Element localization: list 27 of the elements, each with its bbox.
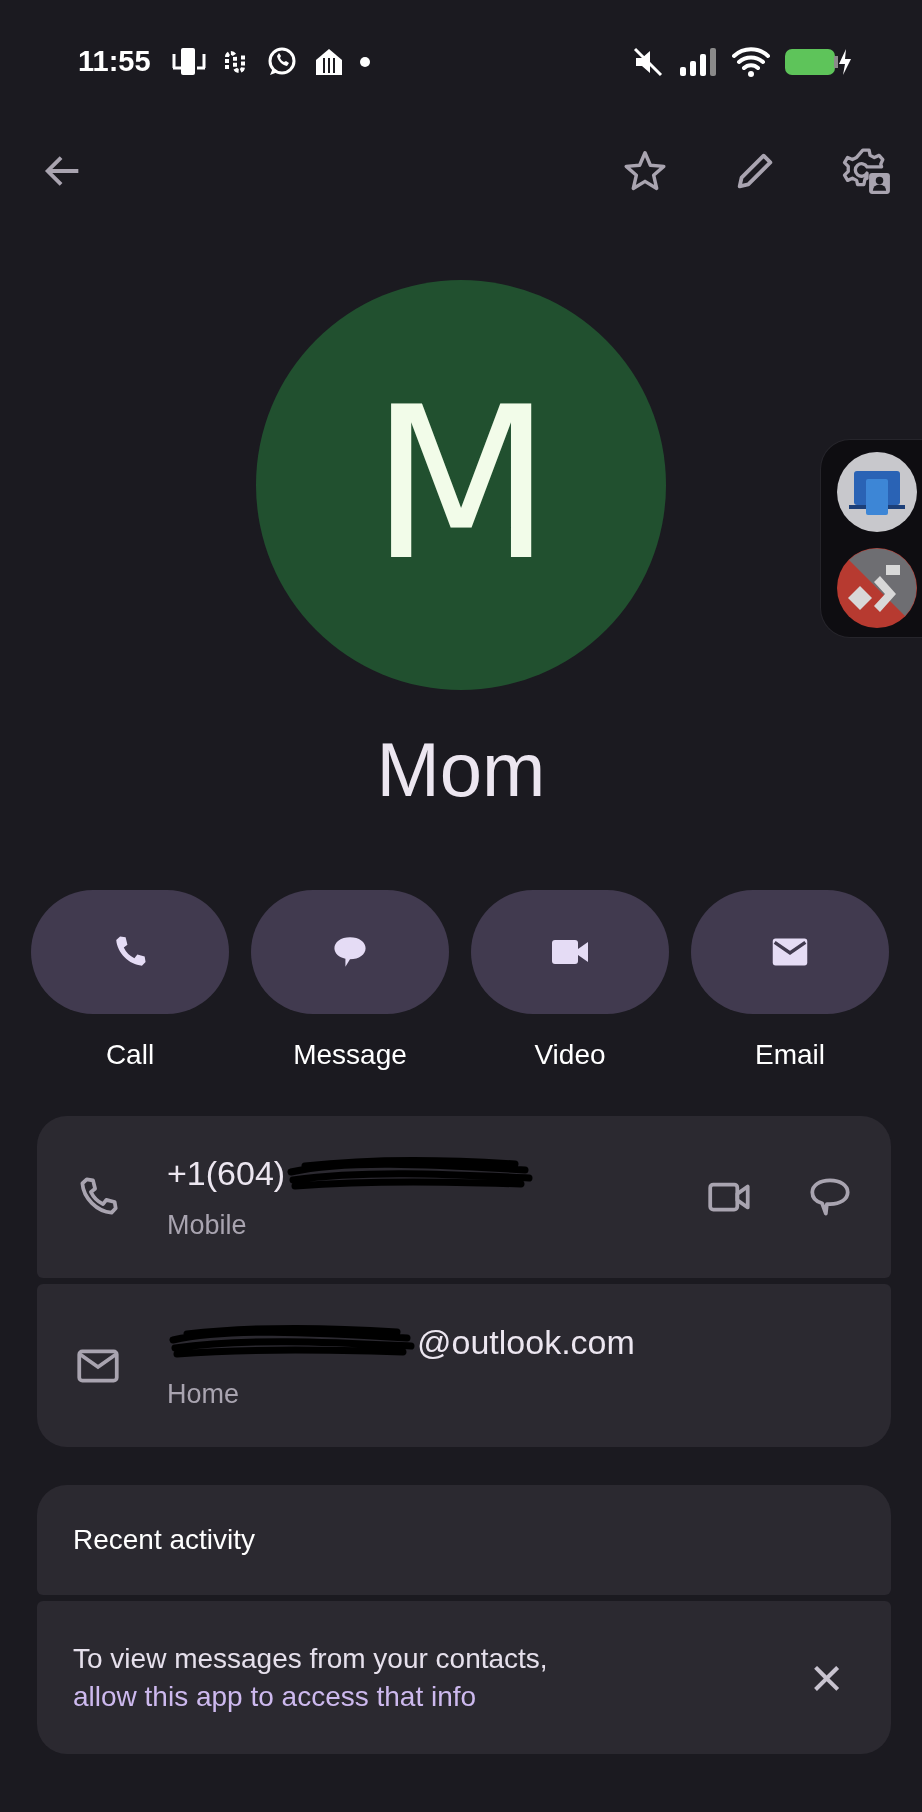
- action-label: Email: [755, 1038, 825, 1072]
- battery-charging-icon: [784, 47, 852, 77]
- permission-link[interactable]: allow this app to access that info: [73, 1680, 477, 1712]
- action-label: Message: [293, 1038, 407, 1072]
- section-title: Recent activity: [73, 1523, 256, 1557]
- cast-icon: [170, 46, 207, 78]
- contact-detail-row[interactable]: +1(604) Mobile: [37, 1116, 891, 1278]
- wifi-icon: [732, 46, 770, 78]
- close-button[interactable]: ×: [798, 1649, 855, 1706]
- laptop-phone-app-icon[interactable]: [835, 451, 918, 533]
- gear-person-icon: [842, 146, 892, 196]
- contact-name: Mom: [375, 732, 547, 808]
- action-label: Video: [534, 1038, 606, 1072]
- avatar-initial: M: [370, 380, 552, 590]
- dot-icon: [358, 56, 371, 68]
- contact-detail-row[interactable]: @outlook.com Home: [37, 1284, 891, 1447]
- action-label: Call: [105, 1038, 155, 1072]
- status-time: 11:55: [78, 44, 151, 80]
- contact-settings-button[interactable]: [842, 146, 892, 196]
- phone-number: +1(604): [167, 1153, 286, 1195]
- detail-type-label: Home: [167, 1377, 241, 1411]
- email-address: @outlook.com: [417, 1321, 635, 1363]
- signal-icon: [678, 47, 718, 77]
- permission-notice: To view messages from your contacts, allow this app to access that info: [73, 1641, 549, 1714]
- remote-desktop-app-icon[interactable]: [835, 547, 918, 629]
- mute-icon: [632, 46, 664, 78]
- detail-type-label: Mobile: [167, 1209, 248, 1243]
